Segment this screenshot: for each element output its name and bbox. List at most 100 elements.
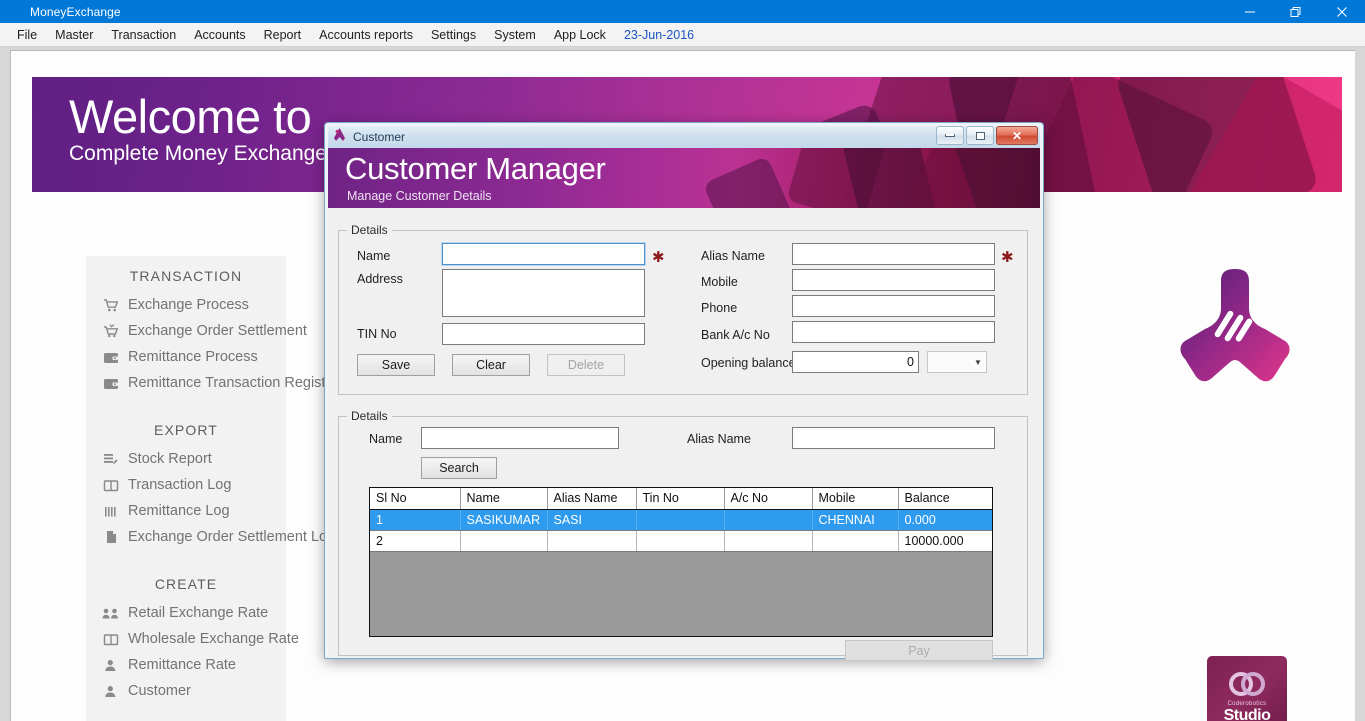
table-header-row: Sl No Name Alias Name Tin No A/c No Mobi… — [370, 488, 992, 510]
address-input[interactable] — [442, 269, 645, 317]
search-button[interactable]: Search — [421, 457, 497, 479]
sidebar-item-remittance-process[interactable]: Remittance Process — [56, 344, 356, 370]
col-alias-name[interactable]: Alias Name — [547, 488, 637, 510]
person-icon — [101, 683, 120, 700]
opening-balance-input[interactable] — [792, 351, 919, 373]
col-ac-no[interactable]: A/c No — [724, 488, 813, 510]
search-alias-name-label: Alias Name — [687, 432, 751, 446]
table-row[interactable]: 2 10000.000 — [370, 530, 992, 552]
sidebar-item-label: Exchange Order Settlement Log — [128, 529, 336, 545]
cell-name: SASIKUMAR — [460, 509, 548, 531]
name-required-asterisk: ✱ — [652, 249, 665, 266]
maximize-icon[interactable] — [966, 126, 994, 145]
brand-logo-icon — [1175, 263, 1295, 393]
sidebar-item-exchange-order-settlement-log[interactable]: Exchange Order Settlement Log — [56, 524, 356, 550]
address-label: Address — [357, 272, 403, 286]
app-logo-icon — [7, 4, 23, 20]
clear-button[interactable]: Clear — [452, 354, 530, 376]
col-sl-no[interactable]: Sl No — [370, 488, 461, 510]
mobile-label: Mobile — [701, 275, 738, 289]
close-icon[interactable]: ✕ — [996, 126, 1038, 145]
cell-balance: 0.000 — [898, 509, 992, 531]
sidebar-heading-transaction: TRANSACTION — [129, 268, 243, 284]
main-content-area: Welcome to Complete Money Exchange TRANS… — [10, 50, 1355, 721]
dialog-body: Details Name ✱ Address TIN No Save Clear… — [328, 208, 1042, 661]
application-window: MoneyExchange File Master Transaction Ac… — [0, 0, 1365, 721]
sidebar-item-label: Stock Report — [128, 451, 212, 467]
dialog-header-banner: Customer Manager Manage Customer Details — [328, 148, 1040, 208]
sidebar-item-remittance-rate[interactable]: Remittance Rate — [56, 652, 356, 678]
currency-select[interactable]: ▼ — [927, 351, 987, 373]
sidebar-heading-create: CREATE — [154, 576, 218, 592]
search-name-label: Name — [369, 432, 403, 446]
phone-label: Phone — [701, 301, 738, 315]
minimize-icon[interactable] — [1227, 0, 1273, 23]
sidebar-item-label: Exchange Order Settlement — [128, 323, 307, 339]
mobile-input[interactable] — [792, 269, 995, 291]
restore-icon[interactable] — [1273, 0, 1319, 23]
studio-logo-word: Studio — [1223, 706, 1271, 721]
app-window-controls — [1227, 0, 1365, 23]
sidebar-item-exchange-order-settlement[interactable]: Exchange Order Settlement — [56, 318, 356, 344]
menu-item-accounts[interactable]: Accounts — [185, 25, 254, 45]
menu-item-system[interactable]: System — [485, 25, 545, 45]
col-balance[interactable]: Balance — [898, 488, 992, 510]
page-icon — [101, 529, 120, 546]
alias-name-required-asterisk: ✱ — [1001, 249, 1014, 266]
alias-name-input[interactable] — [792, 243, 995, 265]
sidebar-item-exchange-process[interactable]: Exchange Process — [56, 292, 356, 318]
menu-item-report[interactable]: Report — [255, 25, 311, 45]
tin-no-label: TIN No — [357, 327, 397, 341]
dialog-title-bar: Customer ✕ — [328, 126, 1040, 148]
menu-item-transaction[interactable]: Transaction — [102, 25, 185, 45]
search-name-input[interactable] — [421, 427, 619, 449]
banner-text-block: Welcome to Complete Money Exchange — [69, 91, 327, 167]
cell-alias-name — [547, 530, 637, 552]
bank-ac-no-input[interactable] — [792, 321, 995, 343]
customer-dialog: Customer ✕ Customer Manager Manage Custo… — [324, 122, 1044, 661]
dialog-app-icon — [332, 127, 347, 147]
minimize-icon[interactable] — [936, 126, 964, 145]
menu-item-settings[interactable]: Settings — [422, 25, 485, 45]
alias-name-label: Alias Name — [701, 249, 765, 263]
menu-current-date: 23-Jun-2016 — [623, 27, 695, 42]
search-group: Details Name Alias Name Search Sl No Nam… — [338, 409, 1028, 661]
menu-item-master[interactable]: Master — [46, 25, 102, 45]
col-tin-no[interactable]: Tin No — [636, 488, 725, 510]
sidebar-item-label: Retail Exchange Rate — [128, 605, 269, 621]
search-alias-name-input[interactable] — [792, 427, 995, 449]
sidebar-item-remittance-transaction-register[interactable]: Remittance Transaction Register — [56, 370, 356, 396]
phone-input[interactable] — [792, 295, 995, 317]
dialog-header-subtitle: Manage Customer Details — [347, 189, 492, 203]
menu-item-app-lock[interactable]: App Lock — [545, 25, 615, 45]
sidebar-item-retail-exchange-rate[interactable]: Retail Exchange Rate — [56, 600, 356, 626]
close-icon[interactable] — [1319, 0, 1365, 23]
col-name[interactable]: Name — [460, 488, 548, 510]
customer-table[interactable]: Sl No Name Alias Name Tin No A/c No Mobi… — [369, 487, 993, 637]
chevron-down-icon: ▼ — [974, 357, 982, 367]
cell-name — [460, 530, 548, 552]
menu-item-file[interactable]: File — [8, 25, 46, 45]
save-button[interactable]: Save — [357, 354, 435, 376]
cell-ac-no — [724, 509, 813, 531]
opening-balance-label: Opening balance — [701, 356, 796, 370]
wallet-icon — [101, 349, 120, 366]
menu-item-accounts-reports[interactable]: Accounts reports — [310, 25, 422, 45]
sidebar-item-transaction-log[interactable]: Transaction Log — [56, 472, 356, 498]
sidebar-item-remittance-log[interactable]: Remittance Log — [56, 498, 356, 524]
tin-no-input[interactable] — [442, 323, 645, 345]
search-group-legend: Details — [347, 409, 392, 423]
sidebar-item-wholesale-exchange-rate[interactable]: Wholesale Exchange Rate — [56, 626, 356, 652]
table-row[interactable]: 1 SASIKUMAR SASI CHENNAI 0.000 — [370, 509, 992, 531]
col-mobile[interactable]: Mobile — [812, 488, 899, 510]
sidebar-item-label: Customer — [128, 683, 191, 699]
sidebar-item-customer[interactable]: Customer — [56, 678, 356, 704]
sidebar-item-stock-report[interactable]: Stock Report — [56, 446, 356, 472]
name-input[interactable] — [441, 242, 646, 266]
stack-report-icon — [101, 451, 120, 468]
bank-ac-no-label: Bank A/c No — [701, 328, 770, 342]
cell-sl-no: 2 — [370, 530, 461, 552]
sidebar-item-label: Remittance Transaction Register — [128, 375, 339, 391]
cell-ac-no — [724, 530, 813, 552]
dialog-header-title: Customer Manager — [345, 151, 606, 186]
